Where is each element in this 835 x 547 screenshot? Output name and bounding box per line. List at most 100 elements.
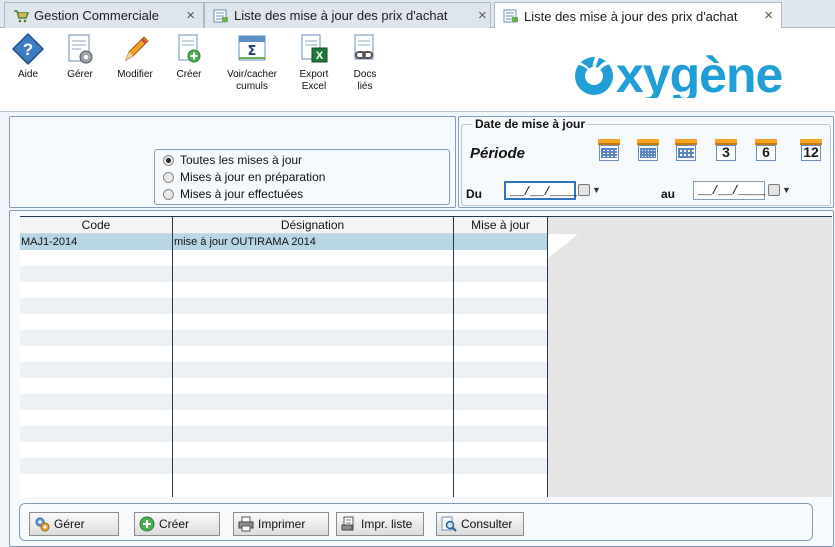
docs-lies-button[interactable]: Docs liés	[346, 32, 384, 93]
export-excel-button[interactable]: X Export Excel	[294, 32, 334, 93]
date-fieldset: Date de mise à jour Période 3 6 12 Du __…	[461, 117, 831, 206]
button-label: Gérer	[54, 517, 85, 531]
tab-strip: Gestion Commerciale × Liste des mise à j…	[0, 0, 835, 29]
radio-label: Mises à jour en préparation	[180, 170, 326, 184]
button-label: Impr. liste	[361, 517, 413, 531]
table-empty-area	[548, 217, 832, 497]
aide-button[interactable]: ? Aide	[9, 32, 47, 81]
imprimer-button[interactable]: Imprimer	[233, 512, 329, 536]
empty-row	[20, 474, 548, 490]
tab-liste-maj-2[interactable]: Liste des mise à jour des prix d'achat ×	[494, 2, 782, 29]
gear-icon	[34, 516, 50, 532]
calendar-3-months-icon[interactable]: 3	[715, 139, 737, 161]
close-icon[interactable]: ×	[764, 7, 773, 24]
button-label: Imprimer	[258, 517, 306, 531]
empty-row	[20, 378, 548, 394]
empty-row	[20, 442, 548, 458]
au-label: au	[661, 187, 676, 201]
empty-row	[20, 346, 548, 362]
gerer-action-button[interactable]: Gérer	[29, 512, 119, 536]
calendar-week-icon[interactable]	[637, 139, 659, 161]
export-label-line2: Excel	[301, 81, 327, 92]
magnifier-icon	[441, 516, 457, 532]
modifier-label: Modifier	[117, 69, 153, 80]
toolbar: ? Aide Gérer Modifier Créer Σ Voir/cache…	[0, 28, 835, 112]
cell-code: MAJ1-2014	[21, 236, 78, 248]
svg-text:X: X	[316, 50, 324, 62]
chevron-down-icon[interactable]: ▼	[592, 185, 601, 195]
gerer-label: Gérer	[67, 69, 93, 80]
creer-button[interactable]: Créer	[170, 32, 208, 81]
empty-row	[20, 250, 548, 266]
table-row[interactable]: MAJ1-2014 mise à jour OUTIRAMA 2014	[20, 234, 548, 250]
periode-label: Période	[470, 145, 526, 162]
calendar-12-months-icon[interactable]: 12	[800, 139, 822, 161]
radio-button-checked[interactable]	[163, 154, 174, 166]
print-list-icon	[341, 516, 357, 532]
calendar-day-icon[interactable]	[598, 139, 620, 161]
tab-label: Gestion Commerciale	[34, 8, 159, 23]
radio-label: Mises à jour effectuées	[180, 187, 304, 201]
tab-label: Liste des mise à jour des prix d'achat	[234, 8, 448, 23]
column-header-mise-a-jour[interactable]: Mise à jour	[453, 218, 548, 232]
docs-label-line1: Docs	[353, 69, 377, 80]
voir-cacher-cumuls-button[interactable]: Σ Voir/cacher cumuls	[222, 32, 282, 93]
radio-effectuees[interactable]: Mises à jour effectuées	[163, 187, 303, 201]
tab-liste-maj-1[interactable]: Liste des mise à jour des prix d'achat	[204, 2, 491, 28]
date-from-input[interactable]: __/__/____	[504, 181, 578, 200]
manage-icon	[63, 32, 97, 66]
column-header-code[interactable]: Code	[20, 218, 172, 232]
pencil-icon	[118, 32, 152, 66]
column-divider	[453, 217, 454, 497]
help-icon: ?	[11, 32, 45, 66]
date-picker-icon[interactable]	[768, 184, 780, 196]
du-label: Du	[466, 187, 482, 201]
list-icon	[503, 9, 519, 23]
chevron-down-icon[interactable]: ▼	[782, 185, 791, 195]
column-header-designation[interactable]: Désignation	[172, 218, 453, 232]
excel-icon: X	[297, 32, 331, 66]
radio-button[interactable]	[163, 188, 174, 200]
export-label-line1: Export	[299, 69, 329, 80]
consulter-button[interactable]: Consulter	[436, 512, 524, 536]
date-to-input[interactable]: __/__/____	[693, 181, 766, 200]
close-tab-button[interactable]: ×	[476, 2, 494, 28]
linked-docs-icon	[348, 32, 382, 66]
new-document-icon	[172, 32, 206, 66]
action-button-bar: Gérer Créer Imprimer Impr. liste Consult…	[19, 503, 813, 541]
empty-row	[20, 362, 548, 378]
date-legend: Date de mise à jour	[472, 117, 589, 131]
radio-en-preparation[interactable]: Mises à jour en préparation	[163, 170, 325, 184]
voir-label-line1: Voir/cacher	[226, 69, 278, 80]
filter-panel: Toutes les mises à jour Mises à jour en …	[9, 116, 456, 208]
impr-liste-button[interactable]: Impr. liste	[336, 512, 424, 536]
printer-icon	[238, 516, 254, 532]
cart-icon	[13, 9, 30, 23]
gerer-button[interactable]: Gérer	[60, 32, 100, 81]
sum-icon: Σ	[235, 32, 269, 66]
voir-label-line2: cumuls	[236, 81, 268, 92]
empty-row	[20, 458, 548, 474]
add-circle-icon	[139, 516, 155, 532]
empty-row	[20, 394, 548, 410]
column-divider	[172, 217, 173, 497]
date-picker-icon[interactable]	[578, 184, 590, 196]
calendar-6-months-icon[interactable]: 6	[755, 139, 777, 161]
radio-button[interactable]	[163, 171, 174, 183]
close-icon[interactable]: ×	[478, 7, 487, 24]
aide-label: Aide	[17, 69, 38, 80]
empty-row	[20, 314, 548, 330]
empty-row	[20, 330, 548, 346]
radio-toutes[interactable]: Toutes les mises à jour	[163, 153, 302, 167]
creer-label: Créer	[176, 69, 202, 80]
empty-row	[20, 410, 548, 426]
updates-table[interactable]: Code Désignation Mise à jour MAJ1-2014 m…	[20, 217, 548, 497]
empty-row	[20, 298, 548, 314]
close-icon[interactable]: ×	[186, 7, 195, 24]
calendar-month-icon[interactable]	[675, 139, 697, 161]
creer-action-button[interactable]: Créer	[134, 512, 220, 536]
svg-text:?: ?	[23, 40, 33, 59]
tab-gestion-commerciale[interactable]: Gestion Commerciale ×	[4, 2, 204, 28]
modifier-button[interactable]: Modifier	[114, 32, 156, 81]
radio-label: Toutes les mises à jour	[180, 153, 303, 167]
